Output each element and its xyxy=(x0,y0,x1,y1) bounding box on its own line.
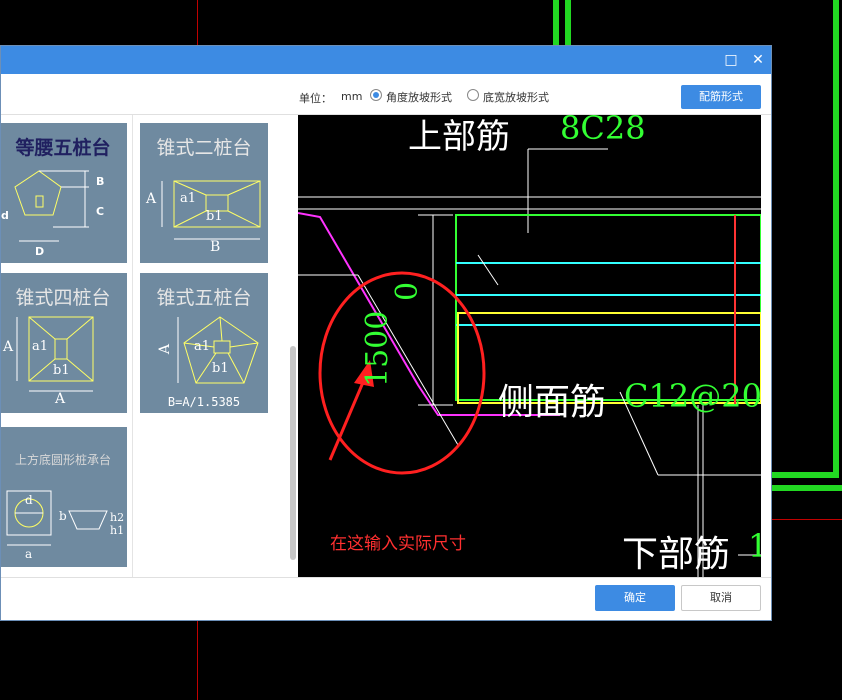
grid-divider xyxy=(132,115,133,577)
dim-label: a1 xyxy=(32,339,49,354)
height-dimension-input[interactable]: 1500 xyxy=(360,311,395,387)
bottom-width-slope-label[interactable]: 底宽放坡形式 xyxy=(483,89,549,105)
angle-slope-radio[interactable] xyxy=(370,89,382,101)
cancel-button[interactable]: 取消 xyxy=(681,585,761,611)
cad-background-line xyxy=(197,621,198,700)
dim-label: b1 xyxy=(206,209,223,224)
pile-cap-option[interactable]: 锥式二桩台 A a1 b1 B xyxy=(140,123,268,263)
dim-label: A xyxy=(3,339,14,355)
top-rebar-value: 8C28 xyxy=(560,115,646,147)
pile-cap-option[interactable]: 锥式四桩台 A a1 b1 A xyxy=(1,273,127,413)
cad-background-line xyxy=(833,0,839,478)
dim-label: D xyxy=(35,245,45,258)
dialog-titlebar: □ ✕ xyxy=(1,46,771,74)
dialog-footer: 确定 取消 xyxy=(1,577,771,623)
side-rebar-value: C12@200 xyxy=(624,377,761,415)
ok-button[interactable]: 确定 xyxy=(595,585,675,611)
unit-label: 单位： xyxy=(299,92,332,105)
cad-background-line xyxy=(565,0,571,45)
cad-background-line xyxy=(197,0,198,45)
dim-label: B xyxy=(210,239,221,255)
round-pile-cap-diagram xyxy=(6,490,108,546)
cad-preview: 上部筋 8C28 侧面筋 C12@200 下部筋 1 1500 0 在这输入实际… xyxy=(298,115,761,577)
dimension-top-digit: 0 xyxy=(390,281,425,301)
angle-slope-label[interactable]: 角度放坡形式 xyxy=(386,89,452,105)
bottom-rebar-label: 下部筋 xyxy=(622,534,731,575)
rebar-form-button[interactable]: 配筋形式 xyxy=(681,85,761,109)
dim-label: h1 xyxy=(110,524,125,537)
dialog-toolbar: 单位： mm 角度放坡形式 底宽放坡形式 配筋形式 xyxy=(1,74,771,115)
cone-two-pile-diagram xyxy=(161,180,261,240)
dim-label: A xyxy=(55,391,66,407)
cad-background-line xyxy=(772,472,839,478)
pile-cap-option[interactable]: 等腰五桩台 B C d D xyxy=(1,123,127,263)
annotation-text: 在这输入实际尺寸 xyxy=(330,534,466,554)
cad-background-line xyxy=(553,0,559,45)
unit-value: mm xyxy=(341,90,363,103)
dim-label: d xyxy=(1,209,9,222)
pile-cap-type-grid: 等腰五桩台 B C d D 锥式二桩台 A a1 b1 B 锥式四桩台 A a1… xyxy=(1,115,291,577)
dim-label: d xyxy=(25,493,33,507)
dim-label: b xyxy=(59,509,67,523)
dim-label: a1 xyxy=(194,339,211,354)
bottom-rebar-value: 1 xyxy=(748,527,761,565)
grid-scrollbar[interactable] xyxy=(290,346,296,560)
dim-label: a xyxy=(25,547,33,561)
pile-cap-dialog: □ ✕ 单位： mm 角度放坡形式 底宽放坡形式 配筋形式 等腰五桩台 B C … xyxy=(0,45,772,621)
maximize-icon[interactable]: □ xyxy=(721,50,741,70)
dim-label: B xyxy=(96,175,105,188)
side-rebar-label: 侧面筋 xyxy=(498,382,607,423)
dim-label: A xyxy=(157,343,174,355)
close-icon[interactable]: ✕ xyxy=(748,50,768,70)
dim-label: C xyxy=(96,205,105,218)
dim-label: A xyxy=(146,191,157,207)
dim-label: b1 xyxy=(53,363,70,378)
pile-cap-option[interactable]: 上方底圆形桩承台 d b h2 h1 a xyxy=(1,427,127,567)
cad-background-line xyxy=(772,485,842,491)
cad-background-line xyxy=(772,519,842,520)
top-rebar-label: 上部筋 xyxy=(408,117,510,157)
dim-label: h2 xyxy=(110,511,125,524)
dim-label: a1 xyxy=(180,191,197,206)
bottom-width-slope-radio[interactable] xyxy=(467,89,479,101)
formula-note: B=A/1.5385 xyxy=(167,395,241,409)
pentagon-pile-cap-diagram xyxy=(14,170,89,242)
pile-cap-option[interactable]: 锥式五桩台 A a1 b1 B=A/1.5385 xyxy=(140,273,268,413)
dim-label: b1 xyxy=(212,361,229,376)
